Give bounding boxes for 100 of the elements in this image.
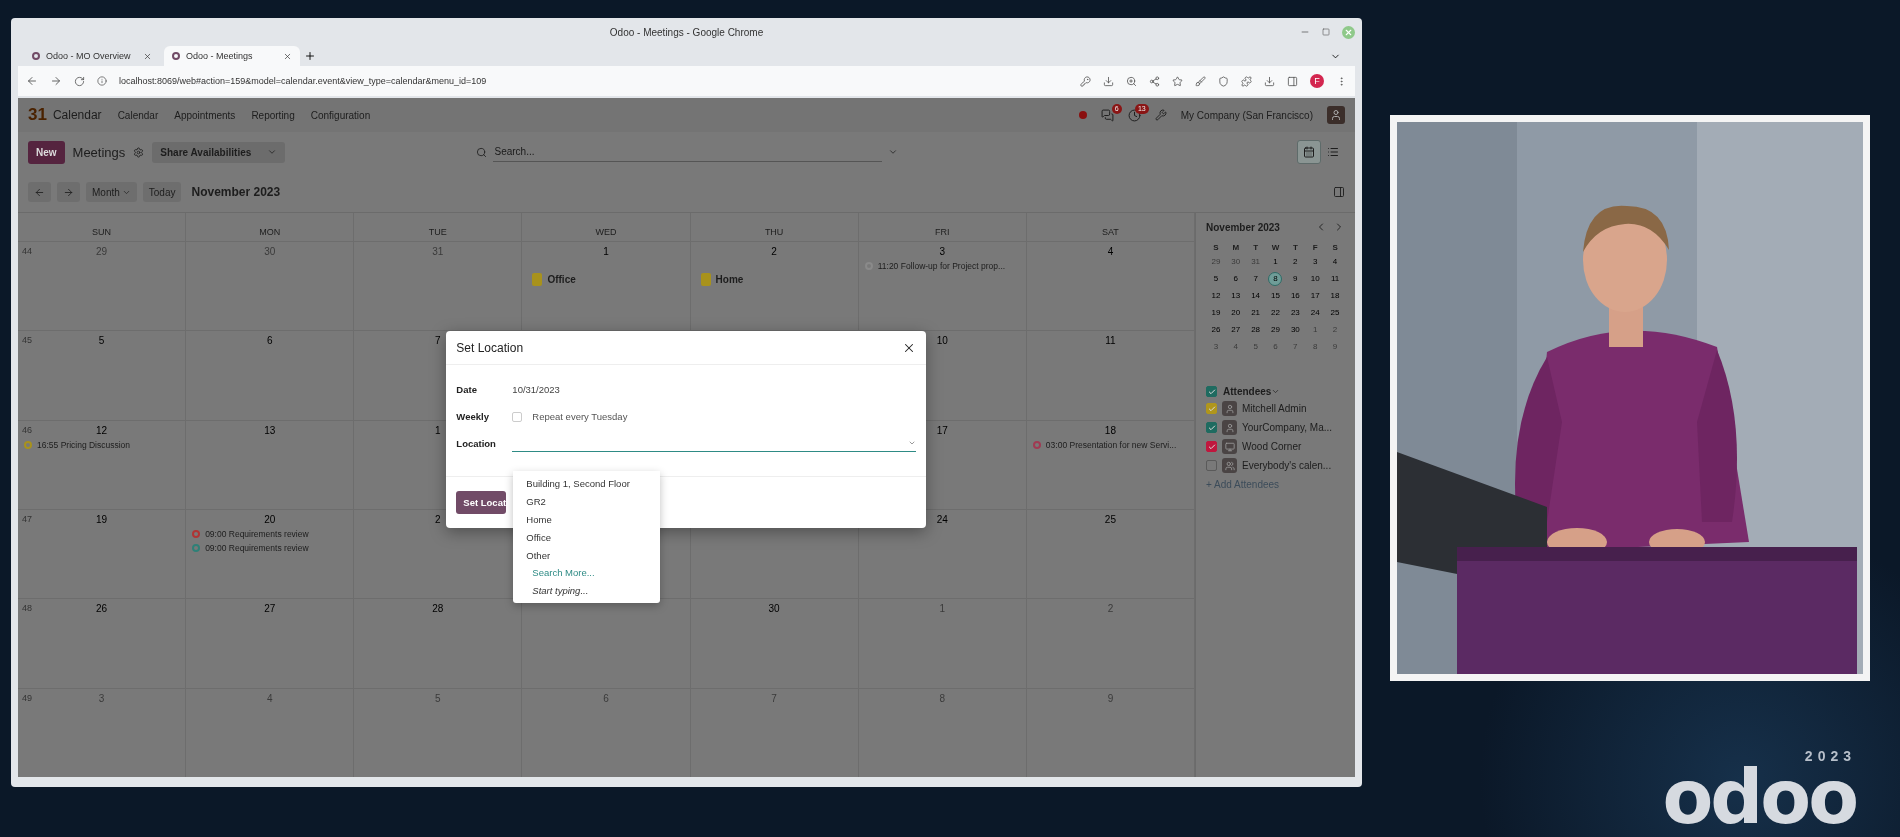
close-icon[interactable]	[283, 51, 292, 61]
attendees-filter[interactable]: Attendees	[1223, 386, 1281, 397]
mini-calendar-day[interactable]: 25	[1328, 306, 1343, 320]
day-number: 2	[771, 246, 777, 257]
shield-icon[interactable]	[1218, 75, 1229, 87]
weekday-label: M	[1231, 243, 1241, 252]
share-icon[interactable]	[1149, 75, 1160, 87]
mini-calendar-day[interactable]: 4	[1228, 340, 1243, 354]
star-icon[interactable]	[1172, 75, 1183, 87]
mini-calendar-day[interactable]: 6	[1228, 272, 1243, 286]
calendar-event[interactable]: Home	[715, 274, 744, 285]
caret-icon[interactable]	[887, 147, 898, 157]
tools-icon[interactable]	[1154, 109, 1167, 121]
mini-calendar-day[interactable]: 28	[1248, 323, 1263, 337]
mini-calendar-day[interactable]: 29	[1208, 255, 1223, 269]
mini-calendar-day[interactable]: 5	[1208, 272, 1223, 286]
mini-calendar-day[interactable]: 21	[1248, 306, 1263, 320]
mini-calendar-day[interactable]: 3	[1308, 255, 1323, 269]
today-button[interactable]: Today	[142, 182, 182, 202]
zoom-icon[interactable]	[1126, 75, 1137, 87]
mini-calendar-day[interactable]: 27	[1228, 323, 1243, 337]
attendee-name: YourCompany, Ma...	[1242, 422, 1333, 433]
previous-button[interactable]	[28, 182, 51, 202]
chat-icon[interactable]	[1100, 108, 1114, 122]
settings-icon[interactable]	[133, 146, 145, 158]
calendar-event[interactable]: Office	[547, 274, 576, 285]
menu-item[interactable]: Configuration	[310, 109, 371, 121]
mini-calendar-day[interactable]: 20	[1228, 306, 1243, 320]
menu-item[interactable]: Appointments	[174, 109, 236, 121]
checkbox[interactable]	[1206, 441, 1217, 452]
mini-calendar-day[interactable]: 11	[1328, 272, 1343, 286]
mini-calendar-day[interactable]: 2	[1288, 255, 1303, 269]
browser-tab[interactable]: Odoo - MO Overview	[24, 46, 160, 66]
checkbox[interactable]	[1206, 386, 1217, 397]
mini-calendar-day[interactable]: 12	[1208, 289, 1223, 303]
menu-item[interactable]: Calendar	[117, 109, 159, 121]
plus-icon[interactable]	[304, 50, 316, 62]
set-location-button[interactable]: Set Locat	[456, 491, 507, 514]
reload-icon[interactable]	[74, 75, 85, 87]
url-text[interactable]: localhost:8069/web#action=159&model=calendar.event&view_type=calendar&menu_id=109	[119, 76, 487, 86]
search-field[interactable]: Search...	[492, 142, 882, 162]
mini-calendar-day[interactable]: 16	[1288, 289, 1303, 303]
dropdown-option[interactable]: Home	[513, 510, 661, 529]
mini-calendar-day[interactable]: 22	[1268, 306, 1283, 320]
app-logo[interactable]: 31	[28, 105, 47, 125]
dropdown-option[interactable]: Office	[513, 528, 661, 547]
company-switcher[interactable]: My Company (San Francisco)	[1180, 109, 1313, 121]
search-more-link[interactable]: Search More...	[513, 563, 661, 582]
calendar-event[interactable]: 09:00 Requirements review	[205, 543, 309, 553]
scale-dropdown[interactable]: Month	[86, 182, 137, 202]
checkbox[interactable]	[1206, 460, 1217, 471]
next-button[interactable]	[57, 182, 80, 202]
mini-calendar-day[interactable]: 1	[1268, 255, 1283, 269]
mini-calendar-day[interactable]: 9	[1288, 272, 1303, 286]
puzzle-icon[interactable]	[1241, 75, 1252, 87]
mini-calendar-day[interactable]: 29	[1268, 323, 1283, 337]
weekday-label: THU	[690, 213, 859, 241]
mini-calendar-day[interactable]: 15	[1268, 289, 1283, 303]
mini-calendar-day[interactable]: 24	[1308, 306, 1323, 320]
mini-calendar-day[interactable]: 17	[1308, 289, 1323, 303]
forward-icon[interactable]	[50, 75, 62, 87]
share-button[interactable]: Share Availabilities	[152, 141, 286, 163]
mini-calendar-day[interactable]: 4	[1328, 255, 1343, 269]
caret-icon	[908, 439, 917, 447]
mini-calendar-day[interactable]: 19	[1208, 306, 1223, 320]
mini-calendar-day[interactable]: 13	[1228, 289, 1243, 303]
download-icon[interactable]	[1264, 75, 1275, 87]
brush-icon[interactable]	[1195, 75, 1206, 87]
download-icon[interactable]	[1103, 75, 1114, 87]
mini-calendar-day[interactable]: 10	[1308, 272, 1323, 286]
back-icon[interactable]	[26, 75, 38, 87]
period-title: November 2023	[191, 185, 281, 199]
key-icon[interactable]	[1080, 75, 1091, 87]
profile-avatar[interactable]: F	[1310, 74, 1324, 88]
calendar-view-button[interactable]	[1297, 140, 1321, 164]
mini-calendar-day[interactable]: 18	[1328, 289, 1343, 303]
calendar-event[interactable]: 09:00 Requirements review	[205, 529, 309, 539]
dropdown-option[interactable]: Building 1, Second Floor	[513, 475, 661, 493]
field-label: Location	[456, 438, 497, 449]
dialog-title: Set Location	[456, 340, 524, 355]
new-button[interactable]: New	[28, 140, 65, 164]
side-panel-icon[interactable]	[1287, 75, 1298, 87]
mini-calendar-day[interactable]: 30	[1288, 323, 1303, 337]
calendar-event[interactable]: 16:55 Pricing Discussion	[37, 439, 131, 450]
mini-calendar-day[interactable]: 8	[1268, 272, 1283, 286]
maximize-icon[interactable]	[1322, 28, 1330, 36]
checkbox[interactable]	[1206, 422, 1217, 433]
dropdown-option[interactable]: Other	[513, 546, 661, 564]
mini-calendar-day[interactable]: 7	[1248, 272, 1263, 286]
mini-calendar-day[interactable]: 26	[1208, 323, 1223, 337]
calendar-event[interactable]: 03:00 Presentation for new Servi...	[1045, 439, 1177, 450]
side-panel-icon[interactable]	[1333, 186, 1345, 198]
calendar-event[interactable]: 11:20 Follow-up for Project prop...	[877, 261, 1006, 271]
mini-calendar-day[interactable]: 23	[1288, 306, 1303, 320]
menu-item[interactable]: Reporting	[251, 109, 295, 121]
user-avatar[interactable]	[1327, 106, 1345, 124]
mini-calendar-day[interactable]: 14	[1248, 289, 1263, 303]
dropdown-option[interactable]: GR2	[513, 492, 661, 511]
browser-tab[interactable]: Odoo - Meetings	[164, 46, 300, 66]
checkbox[interactable]	[1206, 403, 1217, 414]
